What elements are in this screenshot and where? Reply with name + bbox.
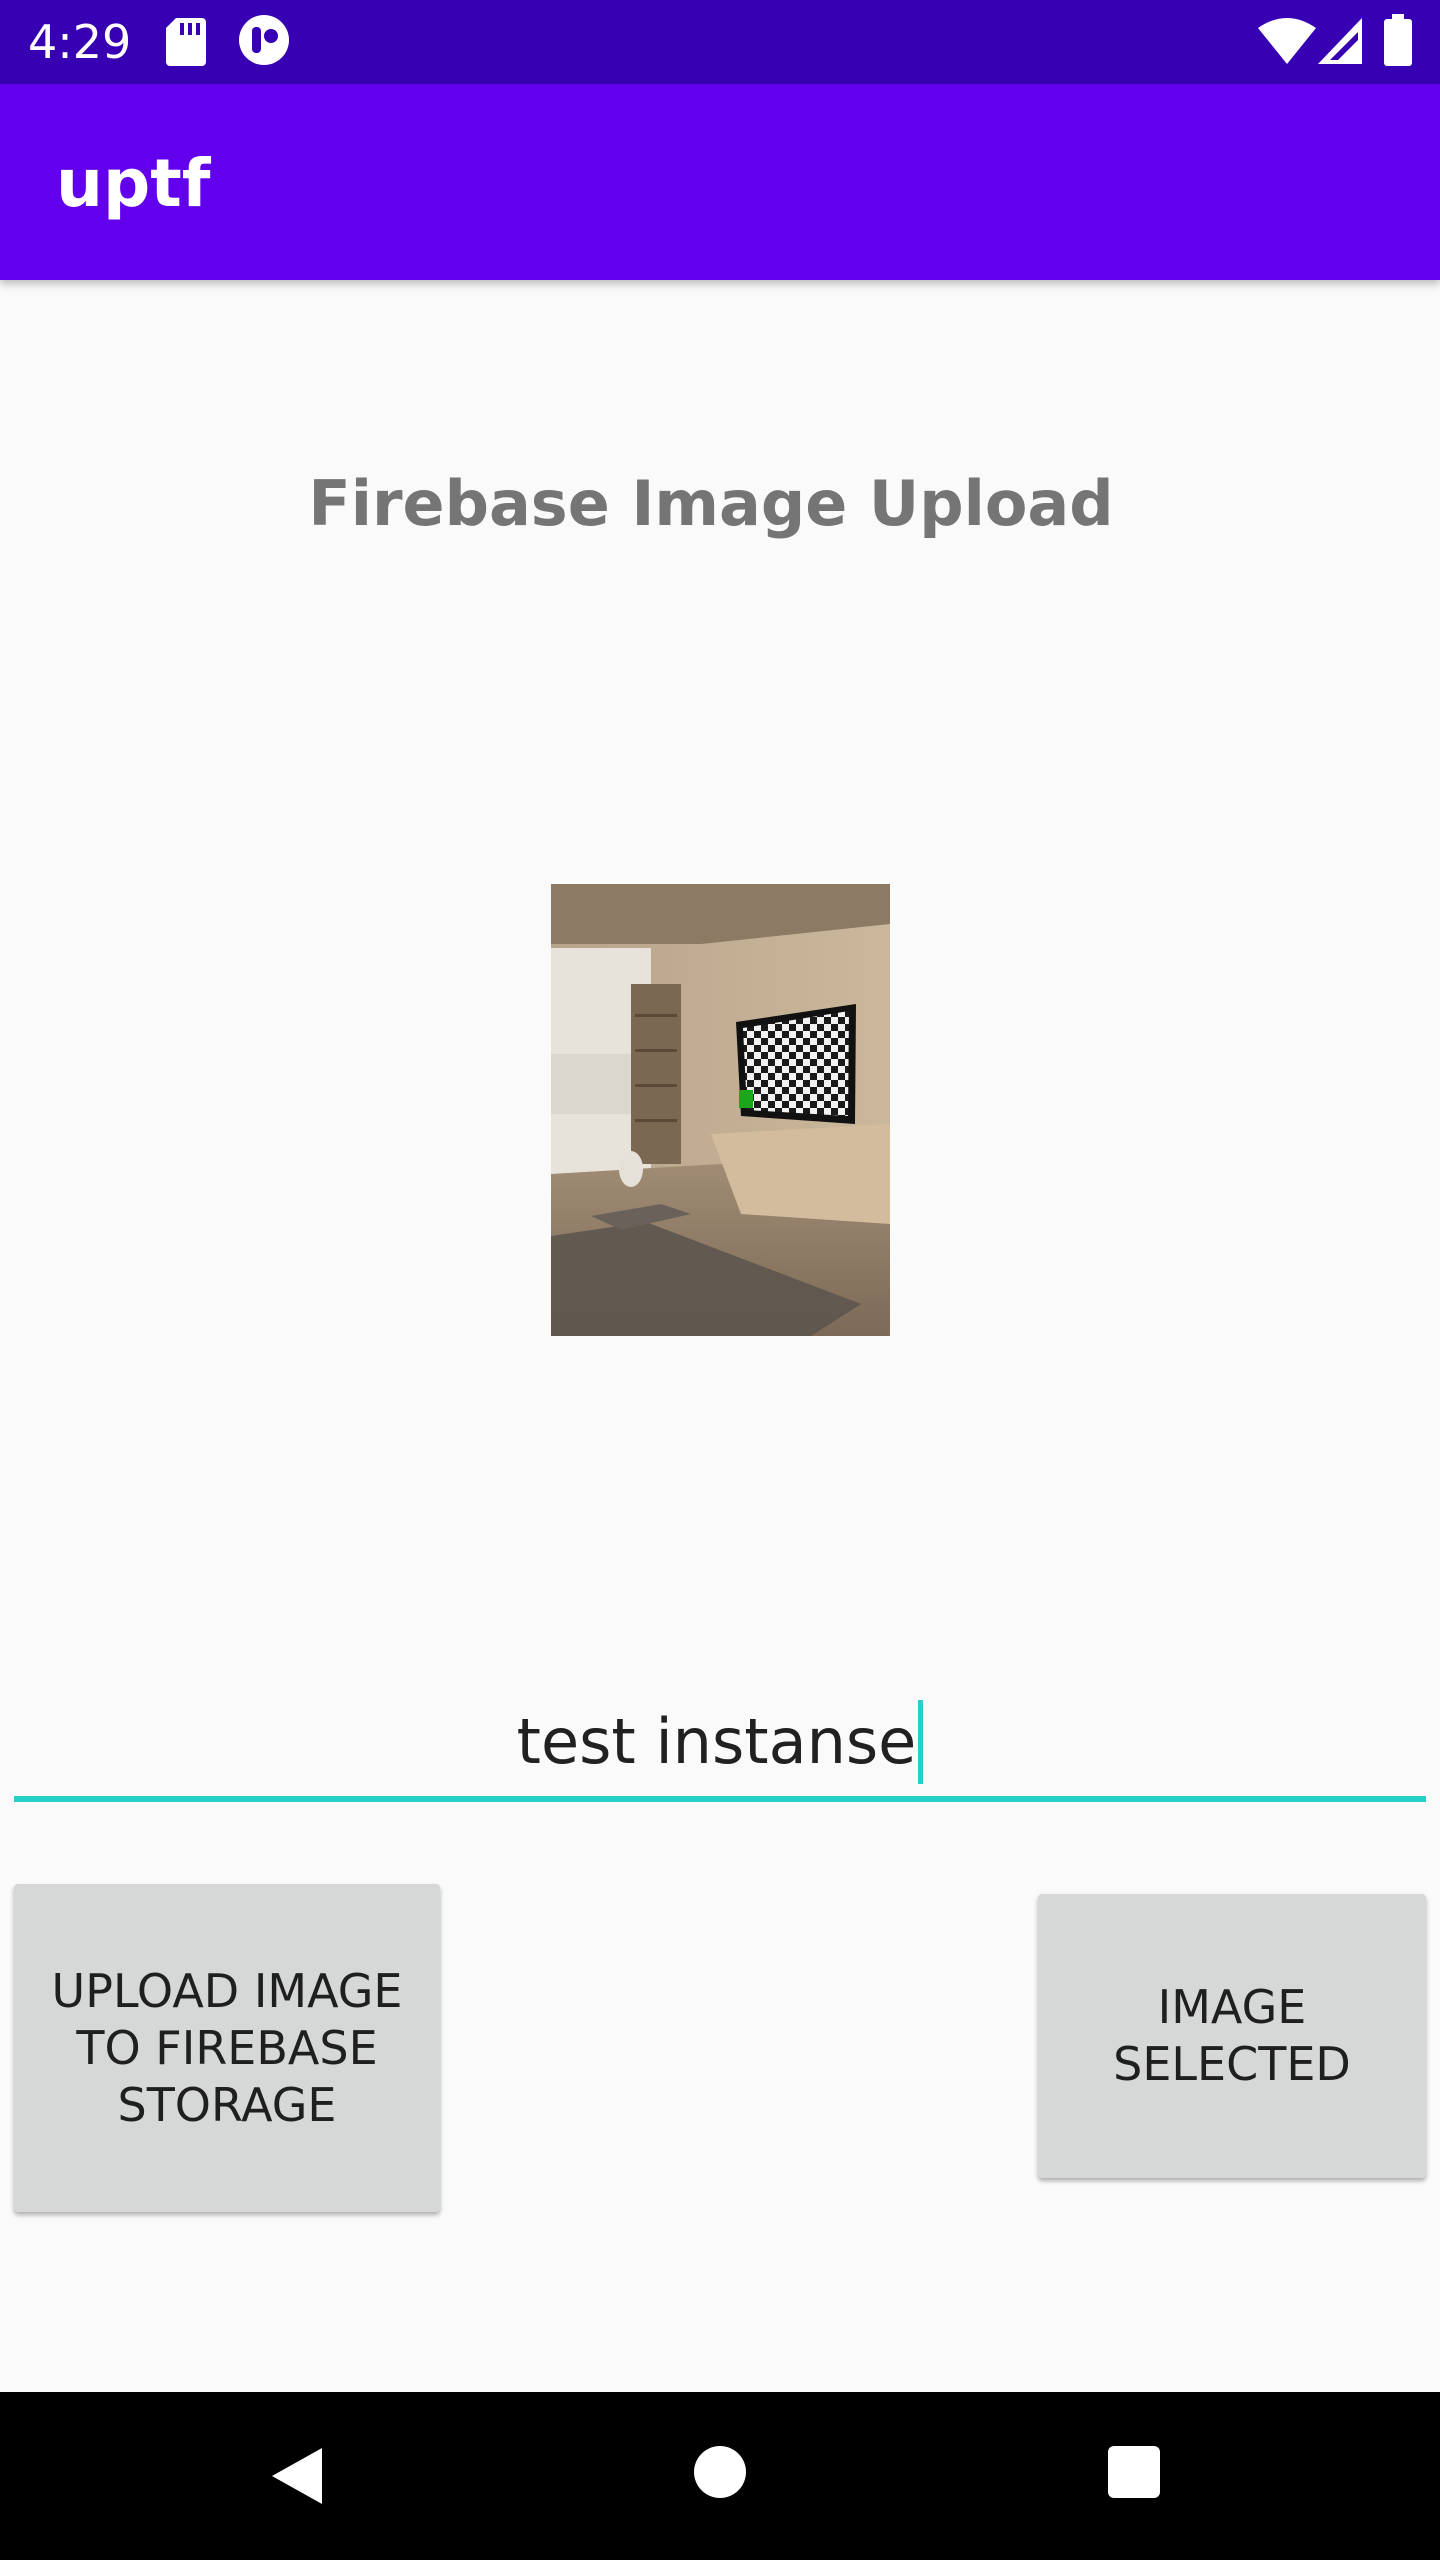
wifi-icon [1258,18,1316,64]
recents-icon[interactable] [1108,2446,1160,2498]
battery-icon [1384,14,1412,66]
home-icon[interactable] [694,2446,746,2498]
cellular-signal-icon [1318,18,1362,64]
page-title: Firebase Image Upload [308,467,1114,540]
status-bar: 4:29 [0,0,1440,84]
selected-image-preview [551,884,890,1336]
text-cursor [918,1700,924,1784]
navigation-bar [0,2392,1440,2560]
status-time: 4:29 [28,15,132,69]
sd-card-icon [166,18,206,66]
app-title: uptf [56,145,211,222]
notification-app-icon [239,15,289,65]
caption-input-value: test instanse [516,1705,917,1778]
back-icon[interactable] [270,2446,326,2506]
image-selected-button[interactable]: IMAGE SELECTED [1038,1894,1426,2178]
app-bar: uptf [0,84,1440,280]
caption-input[interactable]: test instanse [14,1690,1426,1802]
upload-image-button[interactable]: UPLOAD IMAGE TO FIREBASE STORAGE [14,1884,440,2212]
